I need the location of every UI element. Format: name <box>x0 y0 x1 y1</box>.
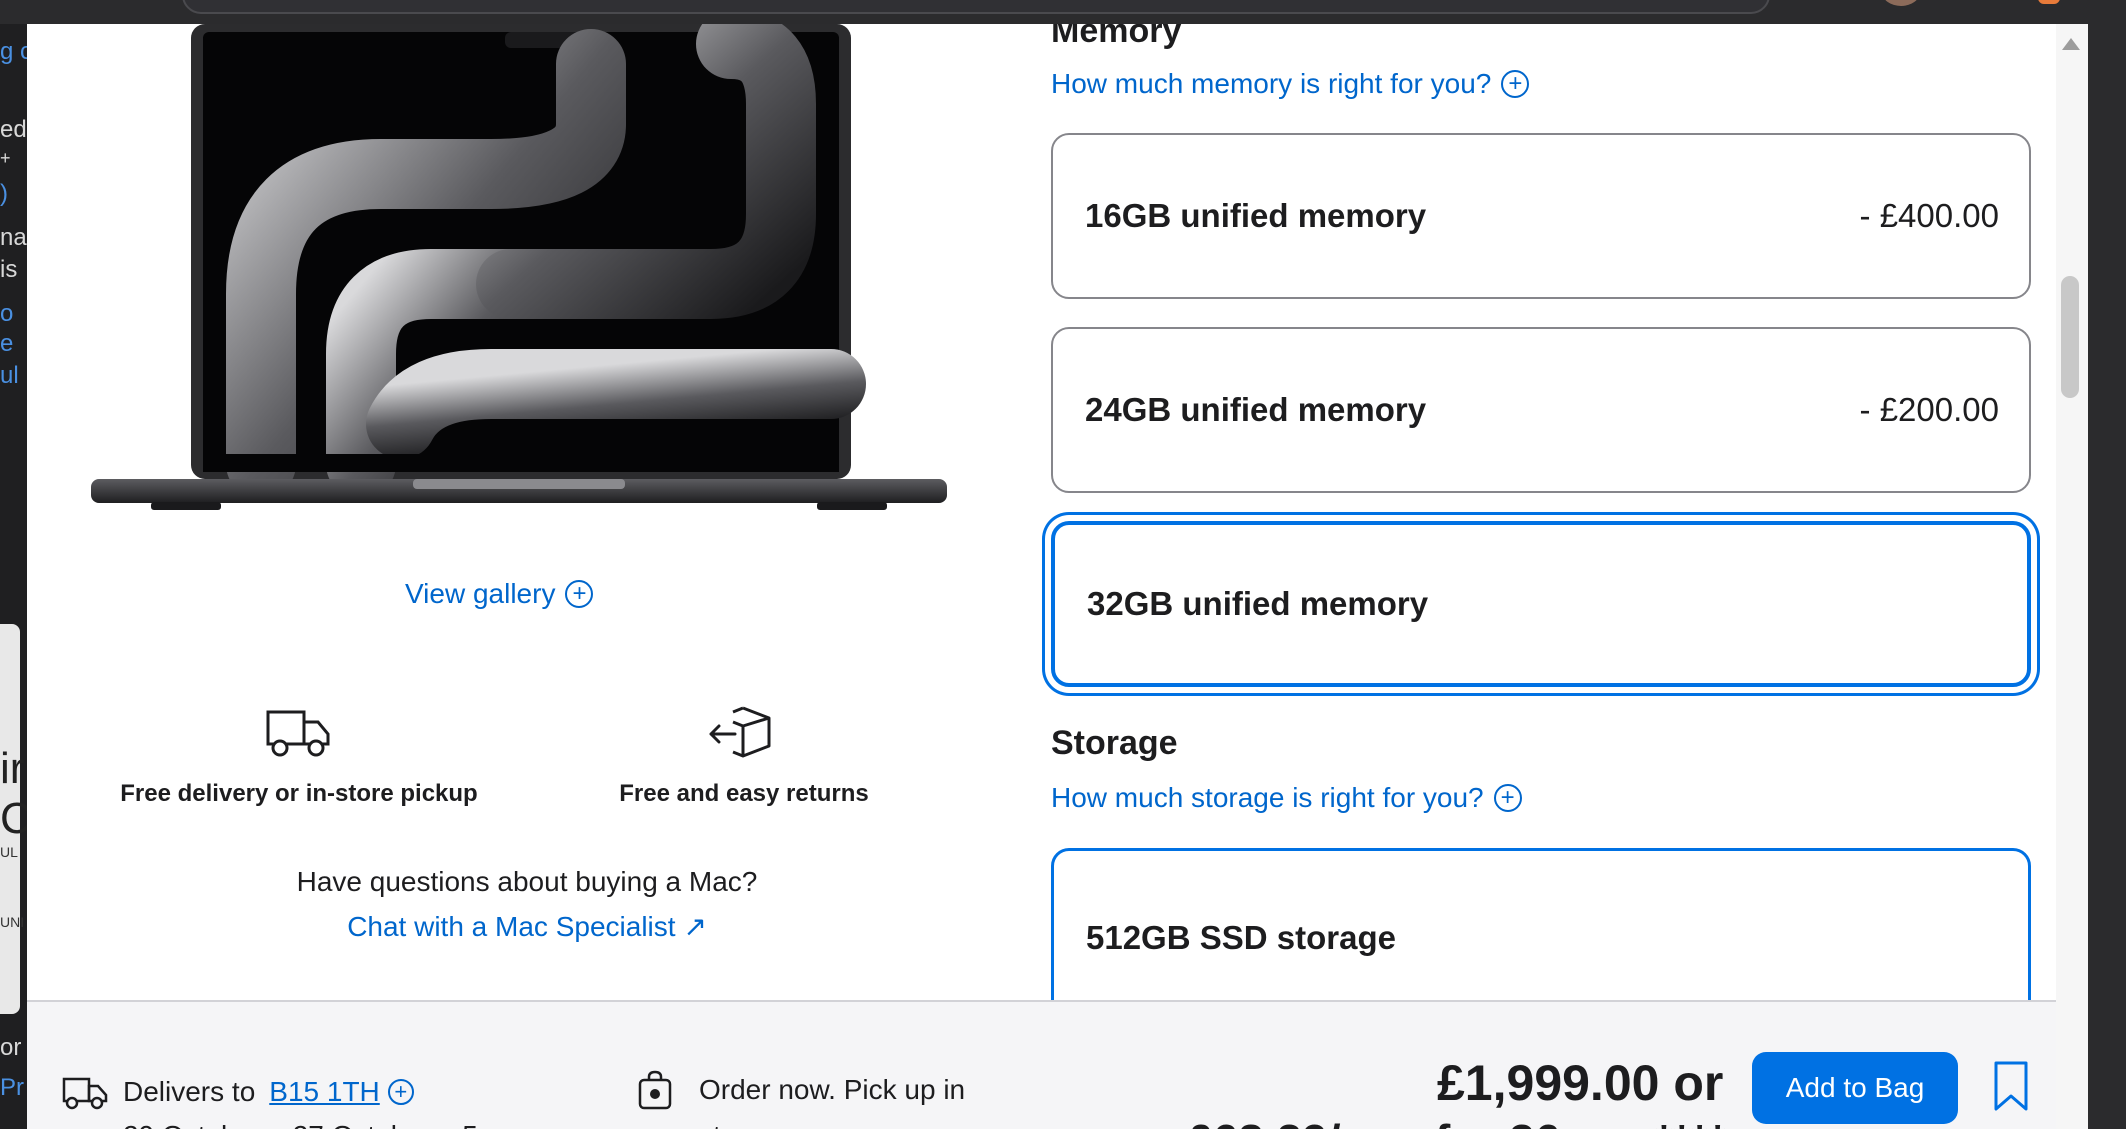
questions-text: Have questions about buying a Mac? <box>296 866 758 897</box>
background-text: or <box>0 1034 22 1061</box>
feature-returns: Free and easy returns <box>549 704 939 808</box>
background-text: Pr <box>0 1074 24 1101</box>
background-text: o <box>0 300 14 327</box>
pickup-info: Order now. Pick up in <box>637 1070 965 1110</box>
address-bar[interactable] <box>182 0 1770 14</box>
plus-circle-icon: + <box>565 580 594 608</box>
background-page: g c ed + ) na is o e ul ir C UL UNI or P… <box>0 24 27 1129</box>
memory-option-24gb[interactable]: 24GB unified memory - £200.00 <box>1051 327 2031 493</box>
pickup-sub: store <box>699 1120 761 1129</box>
storage-help-link[interactable]: How much storage is right for you? + <box>1051 782 1522 814</box>
macbook-pro-image <box>91 24 947 510</box>
delivery-truck-icon <box>62 1077 108 1110</box>
option-price: - £200.00 <box>1859 391 1999 428</box>
background-text: ed <box>0 116 27 143</box>
background-text: ) <box>0 180 8 207</box>
feature-returns-label: Free and easy returns <box>619 780 869 807</box>
postcode-link[interactable]: B15 1TH <box>269 1076 380 1108</box>
storage-title: Storage <box>1051 724 1178 762</box>
scrollbar-thumb[interactable] <box>2061 276 2079 398</box>
background-text: ir <box>0 744 25 793</box>
view-gallery-label: View gallery <box>405 578 556 609</box>
plus-circle-icon: + <box>1493 784 1522 812</box>
background-text: + <box>0 148 11 168</box>
storage-help-label: How much storage is right for you? <box>1051 782 1484 813</box>
purchase-bar: Delivers to B15 1TH + 29 October – 27 Oc… <box>27 1000 2056 1129</box>
delivery-info: Delivers to B15 1TH + <box>61 1074 414 1110</box>
bookmark-icon[interactable] <box>1993 1060 2029 1112</box>
background-text: g c <box>0 38 27 65</box>
plus-circle-icon: + <box>1501 70 1530 98</box>
pickup-label: Order now. Pick up in <box>699 1074 966 1105</box>
chat-specialist-link[interactable]: Chat with a Mac Specialist ↗ <box>227 910 827 943</box>
background-text: e <box>0 330 14 357</box>
mac-questions: Have questions about buying a Mac? Chat … <box>227 866 827 943</box>
configurator-modal: View gallery + Free delivery or in-store… <box>27 24 2056 1129</box>
delivers-to-label: Delivers to <box>123 1076 256 1107</box>
memory-help-label: How much memory is right for you? <box>1051 68 1492 99</box>
background-text: UL <box>0 844 18 860</box>
feature-delivery: Free delivery or in-store pickup <box>99 704 499 808</box>
option-label: 24GB unified memory <box>1085 391 1427 428</box>
background-text: UNI <box>0 914 25 930</box>
scrollbar[interactable] <box>2056 24 2088 1129</box>
memory-option-16gb[interactable]: 16GB unified memory - £400.00 <box>1051 133 2031 299</box>
delivery-truck-icon <box>266 710 330 757</box>
background-text: C <box>0 794 27 843</box>
memory-option-32gb[interactable]: 32GB unified memory <box>1051 521 2031 687</box>
view-gallery-link[interactable]: View gallery + <box>405 578 594 610</box>
profile-avatar[interactable] <box>1882 0 1920 6</box>
return-box-icon <box>709 706 771 758</box>
shopping-bag-icon <box>638 1070 672 1110</box>
option-label: 16GB unified memory <box>1085 197 1427 234</box>
delivery-dates: 29 October – 27 October – 5 <box>123 1120 478 1129</box>
feature-delivery-label: Free delivery or in-store pickup <box>120 780 478 807</box>
background-text: na <box>0 224 27 251</box>
browser-window: g c ed + ) na is o e ul ir C UL UNI or P… <box>0 0 2126 1129</box>
background-text: is <box>0 256 18 283</box>
memory-title: Memory <box>1051 24 1182 50</box>
extension-icon[interactable] <box>2038 0 2060 4</box>
monthly-price: £68.29/mo. for 36 mo.**** <box>1187 1114 1726 1129</box>
option-price: - £400.00 <box>1859 197 1999 234</box>
total-price: £1,999.00 or <box>1437 1055 1724 1111</box>
plus-circle-icon[interactable]: + <box>387 1079 414 1105</box>
option-label: 32GB unified memory <box>1087 585 1429 622</box>
browser-toolbar <box>0 0 2126 24</box>
add-to-bag-button[interactable]: Add to Bag <box>1752 1052 1958 1124</box>
option-label: 512GB SSD storage <box>1086 919 1396 956</box>
background-text: ul <box>0 362 19 389</box>
scroll-up-arrow-icon[interactable] <box>2062 38 2080 50</box>
memory-help-link[interactable]: How much memory is right for you? + <box>1051 68 1530 100</box>
